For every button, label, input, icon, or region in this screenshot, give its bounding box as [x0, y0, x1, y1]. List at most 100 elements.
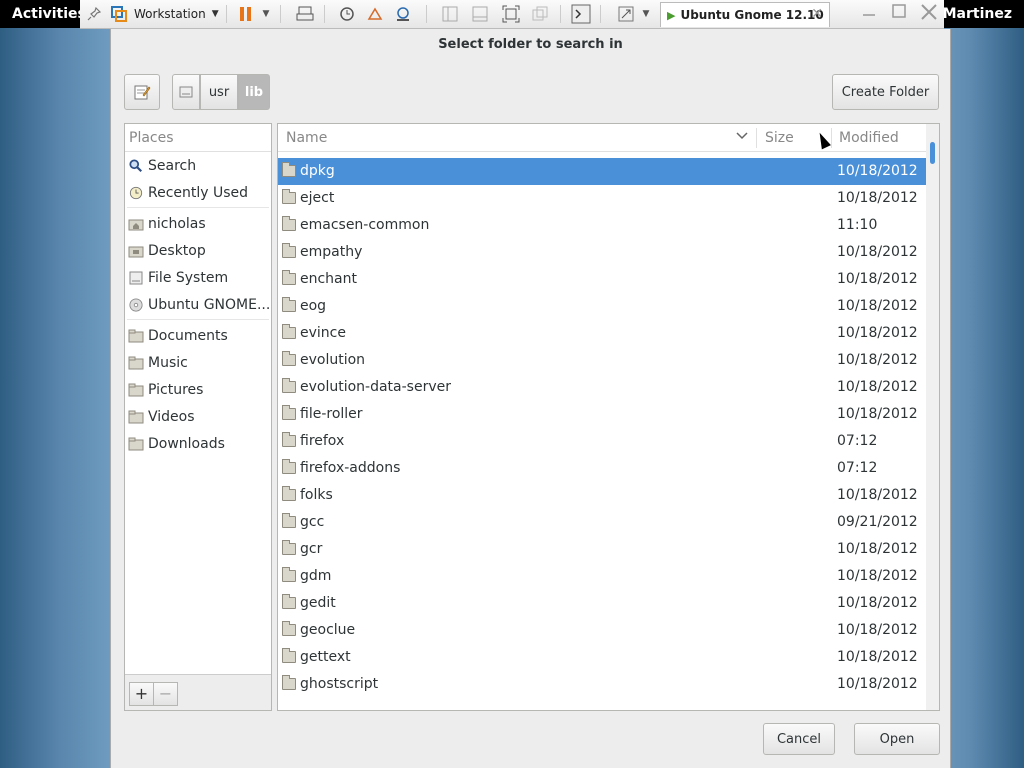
tab-ubuntu-gnome[interactable]: ▶ Ubuntu Gnome 12.10 ✕: [660, 2, 830, 27]
sort-indicator-icon: [736, 124, 748, 152]
remove-bookmark-button[interactable]: −: [153, 682, 178, 706]
drive-icon: [129, 271, 143, 284]
sidebar-item-pictures[interactable]: Pictures: [125, 376, 271, 403]
column-header-name[interactable]: Name: [286, 124, 327, 152]
table-row[interactable]: eject 10/18/2012: [278, 185, 926, 212]
close-tab-icon[interactable]: ✕: [811, 6, 823, 22]
folder-icon: [282, 270, 296, 285]
sidebar-item-label: Music: [148, 354, 188, 371]
scrollbar-thumb[interactable]: [930, 142, 935, 164]
minimize-icon[interactable]: [858, 3, 880, 25]
path-root-button[interactable]: [172, 74, 200, 110]
table-row[interactable]: gcc 09/21/2012: [278, 509, 926, 536]
path-bar: usr lib: [172, 74, 270, 110]
table-row[interactable]: eog 10/18/2012: [278, 293, 926, 320]
table-row[interactable]: gedit 10/18/2012: [278, 590, 926, 617]
column-header-size[interactable]: Size: [765, 124, 794, 152]
edit-icon: [134, 85, 151, 100]
table-row[interactable]: emacsen-common 11:10: [278, 212, 926, 239]
places-footer: + −: [125, 674, 271, 710]
table-row[interactable]: gdm 10/18/2012: [278, 563, 926, 590]
folder-icon: [282, 594, 296, 609]
sidebar-item-search[interactable]: Search: [125, 152, 271, 179]
play-icon: ▶: [667, 8, 676, 22]
stretch-icon[interactable]: [616, 4, 636, 24]
chevron-down-icon[interactable]: ▼: [640, 4, 652, 24]
file-modified: 10/18/2012: [837, 622, 918, 638]
thumbnail-view-icon[interactable]: [470, 4, 490, 24]
path-segment-usr[interactable]: usr: [200, 74, 238, 110]
table-row[interactable]: evolution-data-server 10/18/2012: [278, 374, 926, 401]
table-row[interactable]: firefox-addons 07:12: [278, 455, 926, 482]
file-modified: 10/18/2012: [837, 352, 918, 368]
type-location-button[interactable]: [124, 74, 160, 110]
file-name: eject: [300, 190, 335, 206]
snapshot-manager-icon[interactable]: [392, 4, 414, 24]
path-segment-lib[interactable]: lib: [238, 74, 270, 110]
file-modified: 10/18/2012: [837, 541, 918, 557]
file-name: evolution: [300, 352, 366, 368]
column-header-modified[interactable]: Modified: [839, 124, 899, 152]
table-row[interactable]: evince 10/18/2012: [278, 320, 926, 347]
add-bookmark-button[interactable]: +: [129, 682, 154, 706]
table-row[interactable]: ghostscript 10/18/2012: [278, 671, 926, 698]
table-row[interactable]: file-roller 10/18/2012: [278, 401, 926, 428]
sidebar-item-recently-used[interactable]: Recently Used: [125, 179, 271, 206]
folder-icon: [282, 189, 296, 204]
table-row[interactable]: evolution 10/18/2012: [278, 347, 926, 374]
sidebar-item-music[interactable]: Music: [125, 349, 271, 376]
table-row[interactable]: empathy 10/18/2012: [278, 239, 926, 266]
file-name: empathy: [300, 244, 363, 260]
sidebar-item-desktop[interactable]: Desktop: [125, 237, 271, 264]
chevron-down-icon[interactable]: ▼: [260, 4, 272, 24]
table-row[interactable]: enchant 10/18/2012: [278, 266, 926, 293]
folder-icon: [282, 297, 296, 312]
sidebar-item-videos[interactable]: Videos: [125, 403, 271, 430]
file-modified: 10/18/2012: [837, 244, 918, 260]
file-name: gedit: [300, 595, 336, 611]
sidebar-item-downloads[interactable]: Downloads: [125, 430, 271, 457]
fullscreen-icon[interactable]: [500, 4, 522, 24]
cancel-button[interactable]: Cancel: [763, 723, 835, 755]
library-view-icon[interactable]: [440, 4, 460, 24]
chevron-down-icon: ▼: [211, 9, 219, 19]
create-folder-button[interactable]: Create Folder: [832, 74, 939, 110]
sidebar-item-nicholas[interactable]: nicholas: [125, 210, 271, 237]
snapshot-icon[interactable]: [336, 4, 358, 24]
sidebar-item-file-system[interactable]: File System: [125, 264, 271, 291]
file-modified: 11:10: [837, 217, 878, 233]
file-name: emacsen-common: [300, 217, 430, 233]
open-button[interactable]: Open: [854, 723, 940, 755]
disc-icon: [129, 297, 143, 312]
sidebar-item-label: Pictures: [148, 381, 204, 398]
table-row[interactable]: gcr 10/18/2012: [278, 536, 926, 563]
table-row[interactable]: gettext 10/18/2012: [278, 644, 926, 671]
folder-icon: [282, 405, 296, 420]
table-row[interactable]: folks 10/18/2012: [278, 482, 926, 509]
table-row[interactable]: firefox 07:12: [278, 428, 926, 455]
revert-snapshot-icon[interactable]: [364, 4, 386, 24]
pin-icon[interactable]: [84, 4, 104, 24]
sidebar-item-documents[interactable]: Documents: [125, 322, 271, 349]
maximize-icon[interactable]: [888, 3, 910, 25]
file-modified: 10/18/2012: [837, 379, 918, 395]
table-row[interactable]: dpkg 10/18/2012: [278, 158, 926, 185]
console-icon[interactable]: [570, 4, 592, 24]
sidebar-item-label: Videos: [148, 408, 195, 425]
activities-button[interactable]: Activities: [12, 6, 86, 22]
pause-icon[interactable]: [236, 4, 256, 24]
workstation-menu[interactable]: Workstation ▼: [134, 4, 219, 24]
sidebar-item-ubuntu-gnome[interactable]: Ubuntu GNOME...: [125, 291, 271, 318]
user-menu[interactable]: Martinez: [943, 6, 1012, 22]
vertical-scrollbar[interactable]: [926, 124, 939, 710]
file-name: gcc: [300, 514, 325, 530]
clock-icon: [129, 186, 143, 199]
sidebar-item-label: Ubuntu GNOME...: [148, 296, 271, 313]
close-window-icon[interactable]: [918, 3, 940, 25]
table-row[interactable]: geoclue 10/18/2012: [278, 617, 926, 644]
file-modified: 10/18/2012: [837, 487, 918, 503]
file-name: firefox-addons: [300, 460, 401, 476]
unity-icon[interactable]: [530, 4, 550, 24]
file-modified: 10/18/2012: [837, 649, 918, 665]
send-keys-icon[interactable]: [294, 4, 316, 24]
